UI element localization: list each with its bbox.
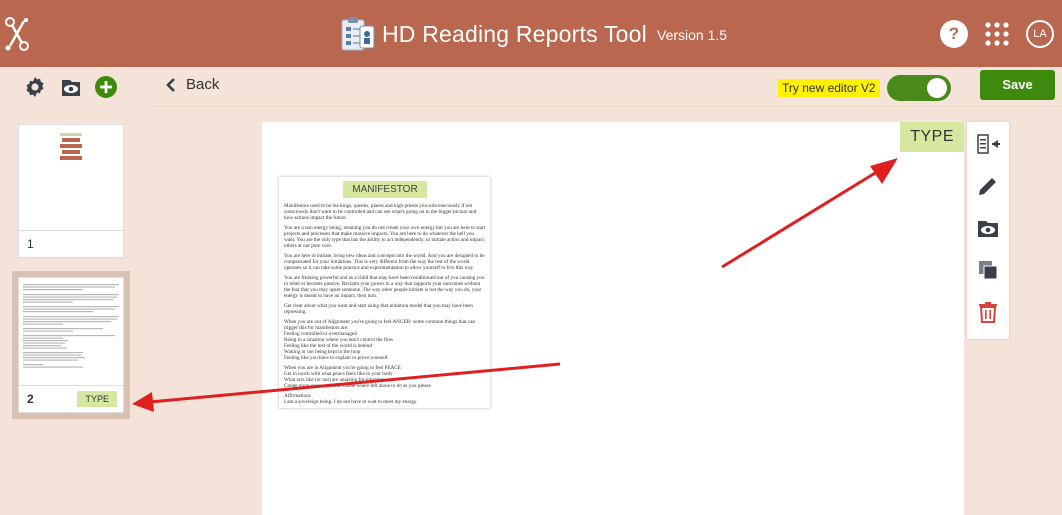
editor-v2-toggle[interactable]: [887, 75, 951, 101]
back-button[interactable]: Back: [166, 76, 219, 93]
insert-text-icon[interactable]: [976, 132, 1000, 156]
toggle-knob: [927, 78, 947, 98]
duplicate-icon[interactable]: [976, 258, 1000, 282]
action-bar: Back Try new editor V2 Save: [152, 67, 1062, 107]
chevron-left-icon: [166, 77, 175, 92]
thumbnail-divider: [19, 230, 123, 231]
save-button[interactable]: Save: [980, 70, 1055, 100]
editor-canvas[interactable]: TYPE MANIFESTOR Manifestors used to be t…: [262, 122, 964, 515]
pencil-icon[interactable]: [976, 174, 1000, 198]
page-thumbnail-2-selected[interactable]: 2 TYPE: [12, 271, 130, 419]
thumbnail-preview: [60, 133, 82, 160]
card-line: Feeling like you have to explain or prov…: [284, 355, 388, 361]
card-paragraph: Get clear about what you want and start …: [284, 303, 474, 315]
page-number: 1: [27, 237, 34, 251]
thumbnail-divider: [19, 385, 123, 386]
element-toolbar: [967, 122, 1009, 339]
content-card[interactable]: MANIFESTOR Manifestors used to be the ki…: [279, 177, 490, 408]
try-new-editor-label[interactable]: Try new editor V2: [778, 79, 880, 97]
page-thumbnails: 1 2 TYPE: [0, 107, 152, 515]
app-header: HD Reading Reports Tool Version 1.5 ? LA: [0, 0, 1062, 67]
apps-grid-icon[interactable]: [984, 21, 1010, 47]
eye-icon[interactable]: [976, 216, 1000, 240]
card-paragraph: You are here to initiate, bring new idea…: [284, 253, 485, 271]
card-paragraph: You are freaking powerful and as a child…: [284, 275, 485, 299]
tools-logo-icon[interactable]: [4, 16, 30, 52]
gear-icon[interactable]: [23, 75, 47, 99]
app-title-group: HD Reading Reports Tool: [338, 14, 647, 54]
thumbnail-preview: [23, 284, 119, 368]
card-paragraph: You are a non energy being, meaning you …: [284, 225, 486, 249]
card-paragraph: Manifestors used to be the kings, queens…: [284, 203, 477, 221]
app-title: HD Reading Reports Tool: [382, 20, 647, 47]
version-label: Version 1.5: [657, 27, 728, 43]
trash-icon[interactable]: [976, 300, 1000, 324]
page-number: 2: [27, 392, 34, 406]
back-label: Back: [186, 76, 220, 93]
card-body: Manifestors used to be the kings, queens…: [284, 203, 486, 405]
card-paragraph: When you are out of Alignment you're goi…: [284, 319, 475, 331]
page-thumbnail-1[interactable]: 1: [18, 124, 124, 258]
help-button[interactable]: ?: [940, 20, 968, 48]
card-line: I am a sovereign being. I do not have to…: [284, 399, 417, 405]
plus-icon[interactable]: [94, 75, 118, 99]
type-tag[interactable]: TYPE: [900, 122, 964, 152]
thumbnail-type-tag: TYPE: [77, 391, 117, 407]
clipboard-icon: [341, 17, 375, 51]
page-thumbnail-2[interactable]: 2 TYPE: [18, 277, 124, 413]
user-avatar[interactable]: LA: [1026, 20, 1054, 48]
card-title: MANIFESTOR: [343, 181, 427, 198]
card-line: Create more space and time inside where …: [284, 383, 431, 389]
eye-icon[interactable]: [59, 75, 83, 99]
sidebar-toolbar: [0, 67, 152, 107]
